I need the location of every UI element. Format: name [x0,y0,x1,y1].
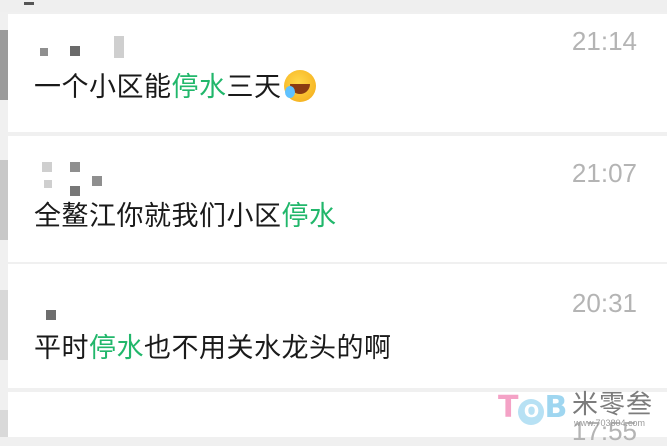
message-text: 全鳌江你就我们小区停水 [34,200,337,234]
watermark-logo: TOB [498,390,568,425]
message-text: 一个小区能停水三天 [34,70,316,105]
message-time: 20:31 [571,288,637,318]
crying-laughing-face-icon [283,70,316,102]
chat-search-result-3[interactable] [8,264,667,388]
top-bar [0,0,667,12]
keyword-highlight: 停水 [89,333,144,364]
text-segment: 全鳌江你就我们小区 [34,201,282,232]
watermark-url: www.703804.com [574,418,646,428]
avatar[interactable] [0,290,8,360]
text-segment: 三天 [226,72,282,103]
text-segment: 平时 [34,333,89,364]
watermark-name: 米零叁 [572,390,654,420]
avatar[interactable] [0,410,8,437]
text-segment: 一个小区能 [34,72,172,103]
message-text: 平时停水也不用关水龙头的啊 [34,332,392,366]
site-watermark: TOB 米零叁 www.703804.com [498,388,667,437]
text-segment: 也不用关水龙头的啊 [144,333,392,364]
status-mark [24,2,34,5]
message-time: 21:14 [571,26,637,56]
avatar[interactable] [0,160,8,240]
message-time: 21:07 [571,158,637,188]
chat-search-result-2[interactable] [8,136,667,262]
avatar[interactable] [0,30,8,100]
keyword-highlight: 停水 [171,72,227,103]
keyword-highlight: 停水 [281,201,337,232]
